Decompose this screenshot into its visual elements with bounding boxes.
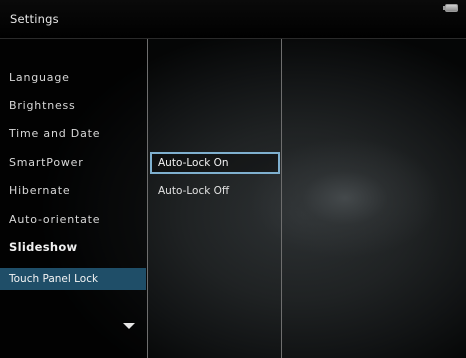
settings-menu (0, 39, 147, 358)
option-auto-lock-on[interactable]: Auto-Lock On (150, 152, 280, 174)
column-divider-right (281, 39, 282, 358)
page-title: Settings (10, 12, 59, 26)
menu-item-touch-panel-lock[interactable]: Touch Panel Lock (0, 268, 146, 290)
column-divider-left (147, 39, 148, 358)
photo-frame-screen: Settings Language Brightness Time and Da… (0, 0, 466, 358)
menu-item-auto-orientate[interactable]: Auto-orientate (9, 213, 100, 226)
menu-item-brightness[interactable]: Brightness (9, 99, 76, 112)
triangle-down-icon[interactable] (123, 323, 135, 329)
option-auto-lock-off[interactable]: Auto-Lock Off (150, 180, 280, 202)
menu-item-language[interactable]: Language (9, 71, 70, 84)
menu-item-smartpower[interactable]: SmartPower (9, 156, 84, 169)
title-bar: Settings (0, 0, 466, 39)
menu-item-hibernate[interactable]: Hibernate (9, 184, 70, 197)
menu-item-slideshow[interactable]: Slideshow (9, 240, 77, 254)
battery-icon (443, 4, 458, 12)
menu-item-time-and-date[interactable]: Time and Date (9, 127, 100, 140)
